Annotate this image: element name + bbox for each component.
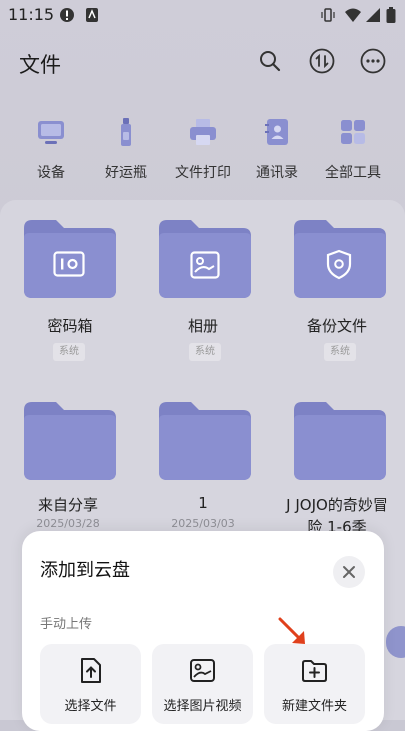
notification-icon [86, 8, 98, 22]
folder-name: 1 [198, 494, 208, 512]
folder-name: 密码箱 [47, 317, 93, 335]
folder-add-icon [302, 660, 327, 682]
section-label: 手动上传 [40, 617, 93, 632]
tool-bottle[interactable]: 好运瓶 [86, 112, 166, 182]
photo-icon [190, 251, 220, 279]
device-icon [38, 121, 64, 144]
battery-icon [386, 7, 396, 23]
folder-icon [24, 402, 116, 480]
tool-all[interactable]: 全部工具 [313, 112, 393, 182]
pointer-arrow-icon [278, 617, 305, 644]
folder-icon [294, 402, 386, 480]
folder-name: 来自分享 [37, 496, 98, 514]
vibrate-icon [321, 8, 335, 22]
shield-icon [326, 249, 352, 280]
close-button[interactable] [333, 556, 365, 588]
option-label: 选择文件 [64, 699, 117, 714]
tool-label: 文件打印 [175, 165, 231, 181]
choose-media-button[interactable]: 选择图片视频 [152, 644, 253, 724]
search-icon [260, 51, 281, 72]
close-icon [343, 566, 355, 578]
folder-icon [159, 402, 251, 480]
more-icon [360, 48, 386, 74]
screen: 11:15 文件 设备 好运瓶 文件打印 通讯录 全部工具 密码箱 系统 相册 … [0, 0, 405, 731]
folder-name: 备份文件 [306, 317, 367, 335]
option-label: 选择图片视频 [163, 699, 242, 714]
system-tag: 系统 [189, 343, 221, 361]
bottle-icon [121, 118, 131, 146]
signal-icon [366, 8, 380, 22]
status-bar: 11:15 [0, 0, 405, 30]
safe-icon [53, 251, 85, 277]
image-icon [190, 659, 215, 682]
folder-date: 2025/03/28 [36, 517, 100, 530]
folder-name: 相册 [187, 317, 218, 335]
tool-print[interactable]: 文件打印 [163, 112, 243, 182]
grid-icon [341, 120, 365, 144]
tool-label: 通讯录 [256, 165, 298, 181]
tools-row: 设备 好运瓶 文件打印 通讯录 全部工具 [0, 112, 405, 182]
contacts-icon [265, 119, 288, 145]
more-button[interactable] [358, 46, 388, 76]
add-to-cloud-sheet: 添加到云盘 手动上传 选择文件 选择图片视频 新建文件夹 [22, 531, 384, 731]
tool-label: 好运瓶 [105, 165, 147, 181]
sort-icon [309, 48, 335, 74]
tool-contacts[interactable]: 通讯录 [237, 112, 317, 182]
page-title: 文件 [19, 53, 61, 77]
new-folder-button[interactable]: 新建文件夹 [264, 644, 365, 724]
option-label: 新建文件夹 [281, 699, 347, 714]
sheet-title: 添加到云盘 [40, 560, 130, 581]
wifi-icon [345, 8, 361, 22]
tool-label: 全部工具 [325, 165, 381, 181]
file-upload-icon [81, 658, 101, 683]
system-tag: 系统 [53, 343, 85, 361]
sort-button[interactable] [307, 46, 337, 76]
tool-device[interactable]: 设备 [11, 112, 91, 182]
printer-icon [190, 119, 216, 145]
choose-file-button[interactable]: 选择文件 [40, 644, 141, 724]
folder-date: 2025/03/03 [171, 517, 235, 530]
system-tag: 系统 [324, 343, 356, 361]
alert-icon [60, 8, 74, 22]
status-time: 11:15 [8, 5, 55, 24]
tool-label: 设备 [37, 165, 65, 181]
search-button[interactable] [255, 46, 285, 76]
